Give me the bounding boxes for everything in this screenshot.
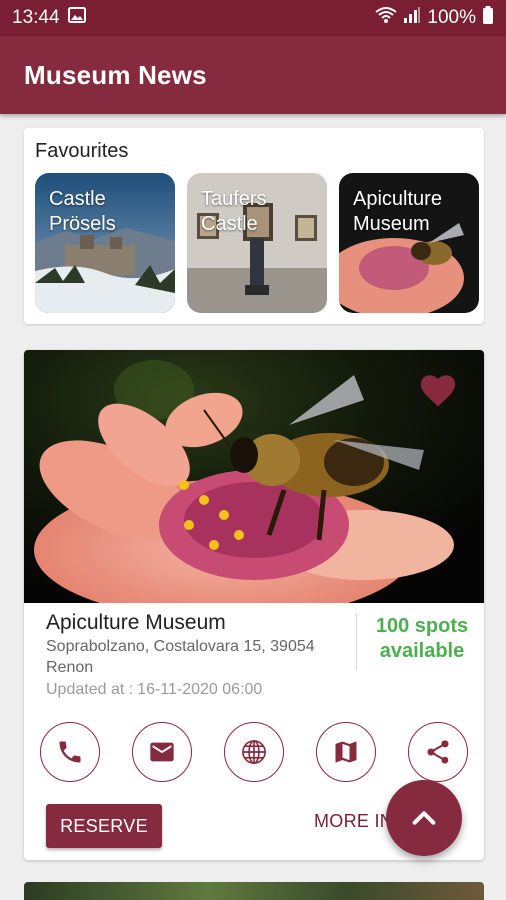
battery-percent: 100% bbox=[427, 7, 476, 28]
next-museum-card[interactable] bbox=[24, 882, 484, 900]
favourite-label: Taufers Castle bbox=[201, 188, 267, 235]
reserve-button[interactable]: RESERVE bbox=[46, 804, 162, 848]
share-icon bbox=[427, 740, 449, 764]
website-button[interactable] bbox=[224, 722, 284, 782]
globe-icon bbox=[242, 740, 266, 764]
map-icon bbox=[335, 741, 357, 763]
favourite-heart-icon[interactable] bbox=[418, 372, 458, 408]
gallery-notification-icon bbox=[67, 7, 86, 29]
status-time: 13:44 bbox=[12, 7, 60, 28]
mail-icon bbox=[150, 742, 174, 762]
favourite-apiculture-museum[interactable]: Apiculture Museum bbox=[339, 173, 479, 313]
divider bbox=[356, 614, 357, 670]
signal-icon bbox=[403, 7, 421, 29]
email-button[interactable] bbox=[132, 722, 192, 782]
status-bar: 13:44 100% bbox=[0, 0, 506, 36]
share-button[interactable] bbox=[408, 722, 468, 782]
wifi-icon bbox=[375, 6, 398, 30]
spots-available: 100 spots available bbox=[375, 615, 469, 662]
favourite-castle-prosels[interactable]: Castle Prösels bbox=[35, 173, 175, 313]
favourite-label: Apiculture Museum bbox=[353, 188, 442, 235]
updated-timestamp: Updated at :16-11-2020 06:00 bbox=[46, 681, 262, 699]
favourite-taufers-castle[interactable]: Taufers Castle bbox=[187, 173, 327, 313]
updated-value: 16-11-2020 06:00 bbox=[137, 681, 263, 698]
updated-label: Updated at : bbox=[46, 681, 134, 698]
map-button[interactable] bbox=[316, 722, 376, 782]
call-button[interactable] bbox=[40, 722, 100, 782]
page-title: Museum News bbox=[24, 59, 207, 90]
museum-address: Soprabolzano, Costalovara 15, 39054 Reno… bbox=[46, 638, 315, 676]
favourites-title: Favourites bbox=[35, 140, 129, 162]
scroll-to-top-button[interactable] bbox=[386, 780, 462, 856]
phone-icon bbox=[59, 741, 81, 763]
chevron-up-icon bbox=[412, 811, 436, 825]
app-bar: Museum News bbox=[0, 36, 506, 114]
favourites-card: Favourites Castle Prösels Taufers Castle… bbox=[24, 128, 484, 324]
battery-icon bbox=[482, 6, 494, 30]
favourite-label: Castle Prösels bbox=[49, 188, 116, 235]
museum-name: Apiculture Museum bbox=[46, 611, 226, 634]
museum-image bbox=[24, 350, 484, 603]
